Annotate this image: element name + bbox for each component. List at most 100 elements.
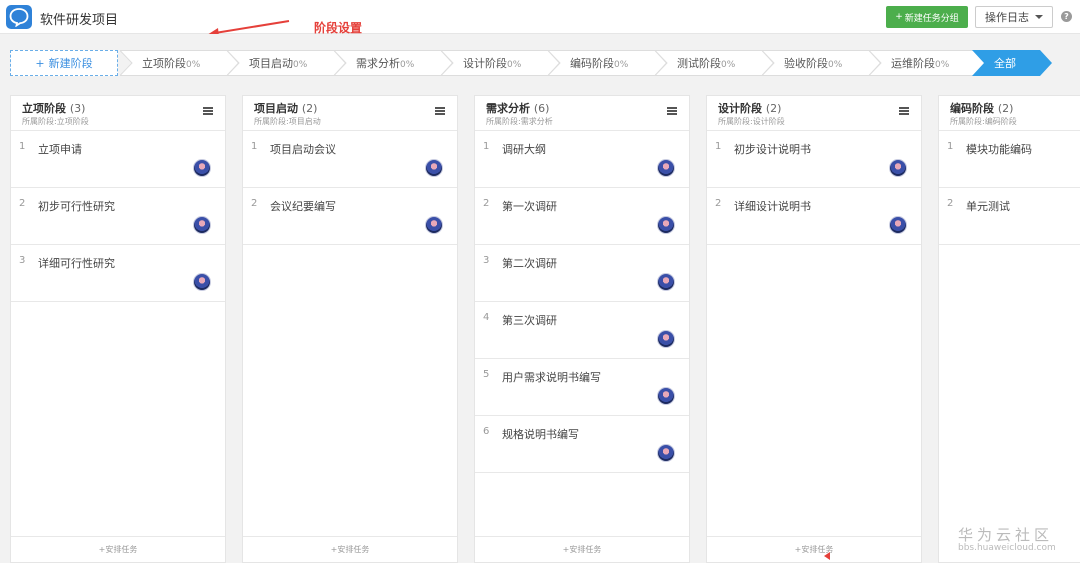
stage-progress: 0%: [400, 60, 415, 70]
new-stage-button[interactable]: + 新建阶段: [10, 50, 118, 76]
stage-tab-8[interactable]: 运维阶段0%: [869, 50, 988, 76]
column-title: 项目启动 (2): [254, 100, 317, 116]
column-task-count: (6): [533, 102, 550, 115]
assignee-avatar[interactable]: [193, 159, 211, 177]
assignee-avatar[interactable]: [657, 159, 675, 177]
chat-bubble-icon: [9, 8, 29, 27]
task-card[interactable]: 1 调研大纲: [475, 131, 689, 188]
task-name: 模块功能编码: [966, 143, 1032, 156]
assign-task-button[interactable]: + 安排任务: [475, 536, 689, 562]
plus-icon: +: [794, 545, 802, 554]
stage-tab-6[interactable]: 测试阶段0%: [655, 50, 774, 76]
stage-tab-7[interactable]: 验收阶段0%: [762, 50, 881, 76]
column-title-text: 立项阶段: [22, 102, 66, 115]
stage-label: 编码阶段0%: [548, 55, 628, 71]
new-task-group-button[interactable]: + 新建任务分组: [886, 6, 968, 28]
stage-label: 设计阶段0%: [441, 55, 521, 71]
column-title: 编码阶段 (2): [950, 100, 1013, 116]
hamburger-menu-icon[interactable]: [667, 107, 677, 115]
hamburger-menu-icon[interactable]: [435, 107, 445, 115]
stage-column: 设计阶段 (2) 所属阶段:设计阶段 1 初步设计说明书 2 详细设计说明书 + 安排任务: [706, 95, 922, 563]
stage-tab-2[interactable]: 项目启动0%: [227, 50, 346, 76]
task-number: 2: [483, 198, 490, 209]
column-stage-subtitle: 所属阶段:设计阶段: [718, 117, 785, 126]
stage-column: 需求分析 (6) 所属阶段:需求分析 1 调研大纲 2 第一次调研 3 第二次调研 4 第三次调研…: [474, 95, 690, 563]
task-card[interactable]: 1 模块功能编码: [939, 131, 1080, 188]
assign-task-label: 安排任务: [337, 545, 370, 554]
task-card[interactable]: 2 初步可行性研究: [11, 188, 225, 245]
task-card[interactable]: 5 用户需求说明书编写: [475, 359, 689, 416]
task-number: 5: [483, 369, 490, 380]
column-task-count: (2): [301, 102, 318, 115]
column-header: 编码阶段 (2) 所属阶段:编码阶段: [939, 96, 1080, 131]
assign-task-button[interactable]: + 安排任务: [243, 536, 457, 562]
assignee-avatar[interactable]: [889, 159, 907, 177]
stage-name: 项目启动: [249, 57, 293, 70]
task-card[interactable]: 2 会议纪要编写: [243, 188, 457, 245]
assignee-avatar[interactable]: [657, 216, 675, 234]
task-name: 用户需求说明书编写: [502, 371, 601, 384]
task-card[interactable]: 2 第一次调研: [475, 188, 689, 245]
assignee-avatar[interactable]: [193, 216, 211, 234]
task-number: 4: [483, 312, 490, 323]
task-card[interactable]: 1 初步设计说明书: [707, 131, 921, 188]
task-card[interactable]: 2 详细设计说明书: [707, 188, 921, 245]
help-icon[interactable]: ?: [1061, 11, 1072, 22]
column-header: 立项阶段 (3) 所属阶段:立项阶段: [11, 96, 225, 131]
plus-icon: +: [562, 545, 570, 554]
assign-task-button[interactable]: + 安排任务: [707, 536, 921, 562]
hamburger-menu-icon[interactable]: [899, 107, 909, 115]
stage-progress: 0%: [186, 60, 201, 70]
stage-label: 验收阶段0%: [762, 55, 842, 71]
app-logo[interactable]: [6, 5, 32, 29]
task-card[interactable]: 2 单元测试: [939, 188, 1080, 245]
stage-label: 测试阶段0%: [655, 55, 735, 71]
assignee-avatar[interactable]: [425, 216, 443, 234]
stage-tab-5[interactable]: 编码阶段0%: [548, 50, 667, 76]
column-task-count: (2): [997, 102, 1014, 115]
task-card[interactable]: 3 详细可行性研究: [11, 245, 225, 302]
stage-label: 项目启动0%: [227, 55, 307, 71]
assignee-avatar[interactable]: [425, 159, 443, 177]
task-number: 1: [483, 141, 490, 152]
stage-label: 需求分析0%: [334, 55, 414, 71]
assignee-avatar[interactable]: [889, 216, 907, 234]
task-card[interactable]: 1 项目启动会议: [243, 131, 457, 188]
assign-task-button[interactable]: + 安排任务: [11, 536, 225, 562]
column-header: 需求分析 (6) 所属阶段:需求分析: [475, 96, 689, 131]
task-name: 调研大纲: [502, 143, 546, 156]
watermark-title: 华为云社区: [958, 526, 1054, 544]
task-card[interactable]: 4 第三次调研: [475, 302, 689, 359]
assignee-avatar[interactable]: [657, 444, 675, 462]
stage-column: 项目启动 (2) 所属阶段:项目启动 1 项目启动会议 2 会议纪要编写 + 安排任务: [242, 95, 458, 563]
assignee-avatar[interactable]: [193, 273, 211, 291]
stage-tab-4[interactable]: 设计阶段0%: [441, 50, 560, 76]
task-number: 1: [19, 141, 26, 152]
task-card[interactable]: 6 规格说明书编写: [475, 416, 689, 473]
hamburger-menu-icon[interactable]: [203, 107, 213, 115]
stage-tab-3[interactable]: 需求分析0%: [334, 50, 453, 76]
task-card[interactable]: 1 立项申请: [11, 131, 225, 188]
assignee-avatar[interactable]: [657, 330, 675, 348]
assignee-avatar[interactable]: [657, 273, 675, 291]
task-name: 会议纪要编写: [270, 200, 336, 213]
operation-log-dropdown[interactable]: 操作日志: [975, 6, 1053, 28]
column-stage-subtitle: 所属阶段:需求分析: [486, 117, 553, 126]
plus-icon: +: [98, 545, 106, 554]
column-header: 设计阶段 (2) 所属阶段:设计阶段: [707, 96, 921, 131]
task-card[interactable]: 3 第二次调研: [475, 245, 689, 302]
column-title: 立项阶段 (3): [22, 100, 85, 116]
task-name: 初步设计说明书: [734, 143, 811, 156]
column-title: 需求分析 (6): [486, 100, 549, 116]
assignee-avatar[interactable]: [657, 387, 675, 405]
stage-name: 验收阶段: [784, 57, 828, 70]
column-task-count: (2): [765, 102, 782, 115]
stage-tab-1[interactable]: 立项阶段0%: [120, 50, 239, 76]
task-name: 第三次调研: [502, 314, 557, 327]
stage-all-label: 全部: [994, 57, 1016, 70]
stage-progress: 0%: [507, 60, 522, 70]
new-stage-label: 新建阶段: [48, 57, 93, 70]
task-number: 1: [947, 141, 954, 152]
stage-label: 立项阶段0%: [120, 55, 200, 71]
stage-tab-all[interactable]: 全部: [972, 50, 1052, 76]
